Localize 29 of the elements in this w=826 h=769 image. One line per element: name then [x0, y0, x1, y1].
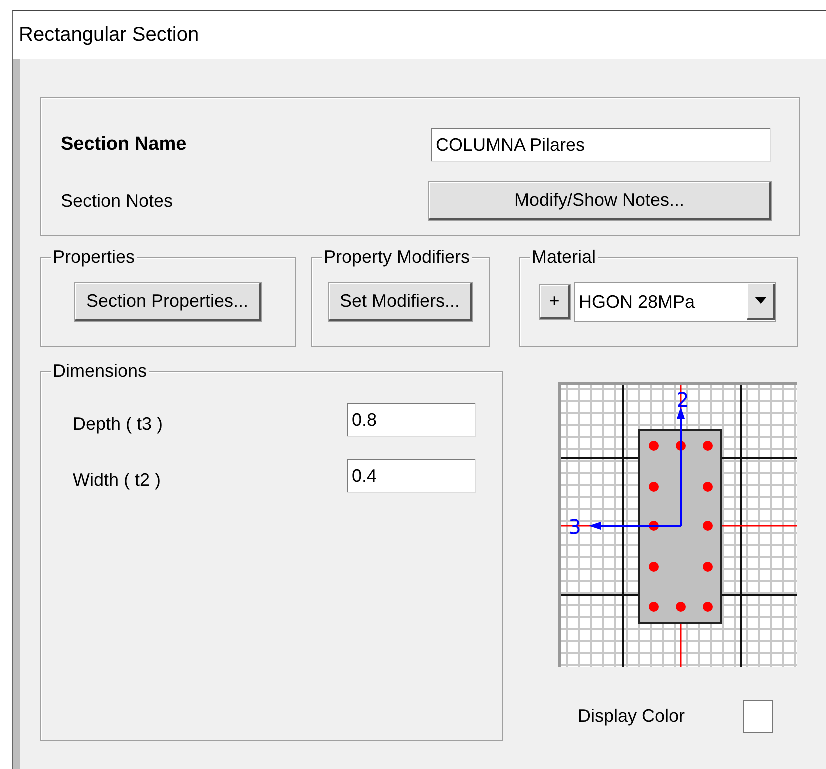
rebar-dot — [676, 441, 686, 451]
dimension-label: Width ( t2 ) — [73, 468, 162, 490]
rebar-dot — [649, 602, 659, 612]
rebar-dot — [703, 602, 713, 612]
rebar-dot — [703, 562, 713, 572]
dimension-field[interactable]: 0.4 — [347, 459, 476, 493]
caret-icon — [754, 297, 766, 305]
rebar-dot — [649, 562, 659, 572]
display-color-label: Display Color — [578, 706, 686, 727]
rebar-dot — [676, 602, 686, 612]
color-swatch[interactable] — [743, 700, 773, 733]
rebar-dot — [649, 482, 659, 492]
section-notes-label: Section Notes — [61, 190, 174, 212]
rebar-dot — [703, 521, 713, 531]
material-dropdown[interactable]: HGON 28MPa — [574, 282, 776, 322]
add-material-button[interactable]: + — [540, 285, 570, 319]
dimension-label: Depth ( t3 ) — [73, 412, 164, 434]
rebar-dot — [649, 521, 659, 531]
modify-notes-button[interactable]: Modify/Show Notes... — [429, 182, 771, 220]
rebar-dot — [649, 441, 659, 451]
rebar-dot — [703, 482, 713, 492]
section-name-label: Section Name — [61, 134, 187, 156]
section-name-field[interactable]: COLUMNA Pilares — [431, 128, 771, 162]
rebar-dot — [703, 441, 713, 451]
window-title: Rectangular Section — [19, 24, 200, 46]
set-modifiers-button[interactable]: Set Modifiers... — [328, 283, 472, 321]
dropdown-button[interactable] — [747, 284, 775, 320]
section-properties-button[interactable]: Section Properties... — [75, 283, 261, 321]
dimension-field[interactable]: 0.8 — [347, 403, 476, 437]
